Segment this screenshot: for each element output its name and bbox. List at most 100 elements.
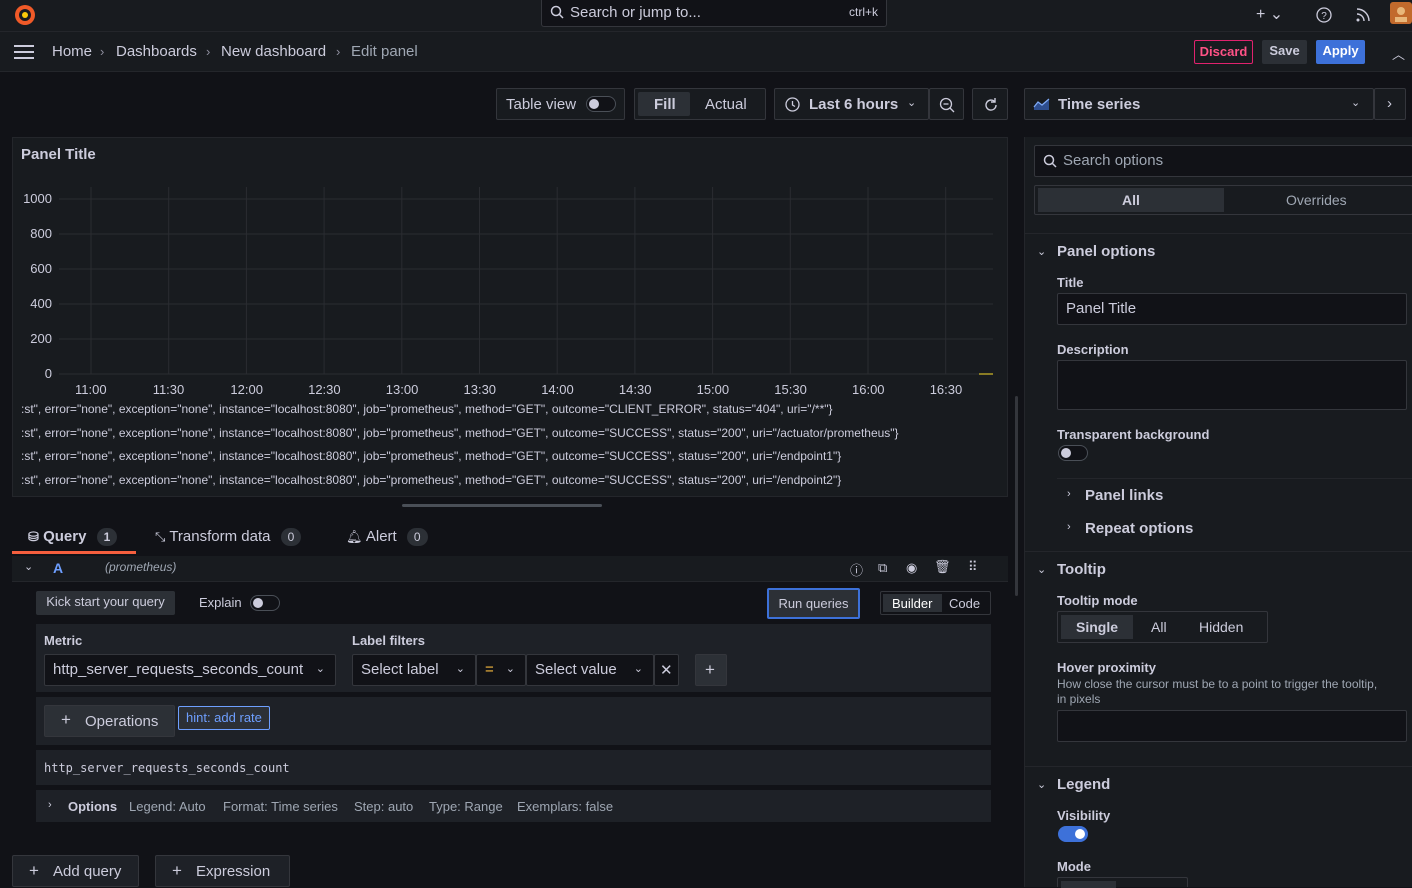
- add-filter-button[interactable]: +: [695, 654, 727, 686]
- search-options-input[interactable]: Search options: [1034, 145, 1412, 177]
- discard-button[interactable]: Discard: [1194, 40, 1253, 64]
- user-avatar[interactable]: [1390, 2, 1412, 24]
- chevron-right-icon[interactable]: ›: [1067, 521, 1071, 533]
- repeat-options-header[interactable]: Repeat options: [1085, 520, 1193, 537]
- menu-icon[interactable]: [14, 44, 34, 60]
- query-preview: http_server_requests_seconds_count: [36, 750, 991, 785]
- save-button[interactable]: Save: [1262, 40, 1307, 64]
- legend-item[interactable]: :st", error="none", exception="none", in…: [21, 426, 1003, 440]
- explain-switch[interactable]: [250, 595, 280, 611]
- operations-button[interactable]: + Operations: [44, 705, 175, 737]
- chevron-down-icon[interactable]: ⌄: [1037, 778, 1046, 791]
- legend-item[interactable]: :st", error="none", exception="none", in…: [21, 473, 1003, 487]
- operator-select[interactable]: = ⌄: [476, 654, 526, 686]
- tooltip-mode-single[interactable]: Single: [1076, 619, 1118, 635]
- breadcrumb-current: Edit panel: [351, 43, 418, 60]
- breadcrumb-new-dashboard[interactable]: New dashboard: [221, 43, 326, 60]
- chevron-down-icon[interactable]: ⌄: [24, 560, 33, 573]
- breadcrumb-home[interactable]: Home: [52, 43, 92, 60]
- title-input[interactable]: Panel Title: [1057, 293, 1407, 325]
- duplicate-icon[interactable]: ⧉: [878, 560, 887, 576]
- breadcrumb-dashboards[interactable]: Dashboards: [116, 43, 197, 60]
- fill-button[interactable]: Fill: [654, 96, 676, 113]
- visibility-label: Visibility: [1057, 808, 1111, 823]
- add-new-icon[interactable]: + ⌄: [1256, 4, 1283, 26]
- hover-proximity-label: Hover proximity: [1057, 660, 1156, 675]
- chevron-down-icon[interactable]: ⌄: [1037, 563, 1046, 576]
- legend-item[interactable]: :st", error="none", exception="none", in…: [21, 449, 1003, 463]
- tooltip-mode-hidden[interactable]: Hidden: [1199, 619, 1243, 635]
- help-icon[interactable]: ?: [1316, 4, 1332, 26]
- legend-item[interactable]: :st", error="none", exception="none", in…: [21, 402, 1003, 416]
- eye-icon[interactable]: ◉: [906, 560, 917, 576]
- bell-icon: 🔔︎: [346, 529, 363, 544]
- code-button[interactable]: Code: [949, 596, 980, 611]
- grafana-logo-icon[interactable]: [12, 2, 38, 28]
- option-format: Format: Time series: [223, 799, 338, 814]
- tooltip-header[interactable]: Tooltip: [1057, 561, 1106, 578]
- tab-query-count: 1: [96, 528, 118, 546]
- tooltip-mode-label: Tooltip mode: [1057, 593, 1138, 608]
- x-tick-label: 12:00: [230, 382, 263, 397]
- metric-select[interactable]: http_server_requests_seconds_count ⌄: [44, 654, 336, 686]
- transparent-switch[interactable]: [1058, 445, 1088, 461]
- query-row-header[interactable]: ⌄ A (prometheus) ⓘ ⧉ ◉ 🗑︎ ⠿: [12, 556, 1008, 582]
- search-bar[interactable]: Search or jump to... ctrl+k: [541, 0, 887, 27]
- title-value: Panel Title: [1066, 300, 1137, 317]
- value-select[interactable]: Select value ⌄: [526, 654, 654, 686]
- drag-handle-icon[interactable]: ⠿: [968, 559, 978, 575]
- close-icon: ✕: [660, 662, 673, 679]
- chevron-down-icon[interactable]: ⌄: [1037, 245, 1046, 258]
- builder-button[interactable]: Builder: [892, 596, 932, 611]
- hover-proximity-input[interactable]: [1057, 710, 1407, 742]
- table-view-toggle[interactable]: Table view: [496, 88, 625, 120]
- chevron-down-icon: ⌄: [633, 663, 643, 675]
- legend-mode-group[interactable]: [1057, 877, 1188, 888]
- legend-header[interactable]: Legend: [1057, 776, 1110, 793]
- hint-button[interactable]: hint: add rate: [178, 706, 270, 730]
- actual-button[interactable]: Actual: [705, 96, 747, 113]
- metric-section: Metric Label filters http_server_request…: [36, 624, 991, 692]
- description-textarea[interactable]: [1057, 360, 1407, 410]
- trash-icon[interactable]: 🗑︎: [934, 559, 951, 575]
- query-ref-id[interactable]: A: [53, 560, 63, 576]
- label-select[interactable]: Select label ⌄: [352, 654, 476, 686]
- apply-button[interactable]: Apply: [1316, 40, 1365, 64]
- horizontal-scrollbar[interactable]: [402, 504, 602, 507]
- add-query-button[interactable]: + Add query: [12, 855, 139, 887]
- visualization-label: Time series: [1058, 96, 1141, 113]
- chevron-right-icon[interactable]: ›: [1067, 488, 1071, 500]
- help-icon[interactable]: ⓘ: [850, 560, 863, 579]
- collapse-options-button[interactable]: ›: [1374, 88, 1406, 120]
- plot-area[interactable]: [59, 187, 993, 377]
- breadcrumb: Home › Dashboards › New dashboard › Edit…: [0, 32, 1412, 72]
- collapse-icon[interactable]: ︿: [1392, 44, 1405, 63]
- overrides-button[interactable]: Overrides: [1286, 192, 1347, 208]
- tab-transform[interactable]: ⤡ Transform data 0: [155, 528, 302, 554]
- news-rss-icon[interactable]: [1355, 4, 1371, 26]
- time-range-picker[interactable]: Last 6 hours ⌄: [774, 88, 929, 120]
- zoom-out-button[interactable]: [929, 88, 964, 120]
- tab-alert-count: 0: [406, 528, 428, 546]
- search-icon: [1043, 154, 1057, 168]
- title-label: Title: [1057, 275, 1084, 290]
- panel-title: Panel Title: [21, 146, 96, 163]
- table-view-switch[interactable]: [586, 96, 616, 112]
- option-type: Type: Range: [429, 799, 503, 814]
- tab-alert[interactable]: 🔔︎ Alert 0: [346, 528, 428, 554]
- tooltip-mode-all[interactable]: All: [1151, 619, 1167, 635]
- legend-visibility-switch[interactable]: [1058, 826, 1088, 842]
- kick-start-button[interactable]: Kick start your query: [36, 591, 175, 615]
- query-options-row[interactable]: › Options Legend: Auto Format: Time seri…: [36, 790, 991, 822]
- remove-filter-button[interactable]: ✕: [654, 654, 679, 686]
- clock-icon: [785, 97, 800, 112]
- panel-options-header[interactable]: Panel options: [1057, 243, 1155, 260]
- vertical-splitter[interactable]: [1015, 396, 1018, 596]
- run-queries-button[interactable]: Run queries: [767, 588, 860, 619]
- refresh-button[interactable]: [972, 88, 1008, 120]
- visualization-picker[interactable]: Time series ⌄: [1024, 88, 1374, 120]
- all-button[interactable]: All: [1122, 192, 1140, 208]
- panel-links-header[interactable]: Panel links: [1085, 487, 1163, 504]
- x-tick-label: 16:30: [929, 382, 963, 397]
- expression-button[interactable]: + Expression: [155, 855, 290, 887]
